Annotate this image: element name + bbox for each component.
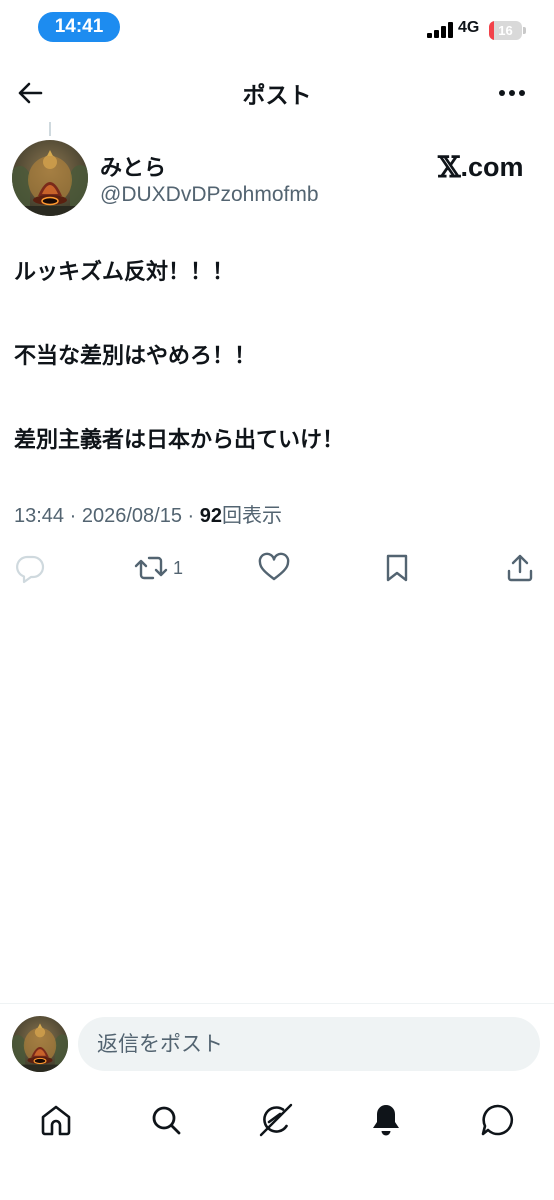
- more-button[interactable]: [494, 77, 530, 109]
- reply-button[interactable]: [14, 548, 46, 588]
- post-date: 2026/08/15: [81, 505, 182, 527]
- reply-input[interactable]: [78, 1017, 540, 1071]
- meta-separator: ·: [69, 505, 77, 527]
- like-button[interactable]: [257, 548, 291, 588]
- buddha-avatar-image: [12, 140, 88, 216]
- views-count: 92: [199, 505, 223, 527]
- action-bar: 1: [0, 548, 554, 588]
- top-bar: ポスト: [0, 62, 554, 122]
- signal-icon: [427, 22, 453, 38]
- nav-home[interactable]: [36, 1100, 76, 1140]
- post-line: 差別主義者は日本から出ていけ！: [14, 428, 345, 453]
- repost-icon: [134, 556, 168, 580]
- x-com-watermark: 𝕏 .com: [438, 152, 524, 182]
- home-icon: [41, 1105, 71, 1136]
- avatar[interactable]: [12, 140, 88, 216]
- bookmark-button[interactable]: [382, 548, 412, 588]
- x-logo-glyph: 𝕏: [438, 150, 461, 184]
- nav-messages[interactable]: [478, 1100, 518, 1140]
- watermark-domain: .com: [460, 152, 524, 182]
- author-handle[interactable]: @DUXDvDPzohmofmb: [100, 183, 319, 207]
- page-title: ポスト: [242, 83, 312, 109]
- nav-notifications[interactable]: [366, 1100, 406, 1140]
- divider: [0, 1003, 554, 1004]
- messages-icon: [481, 1104, 514, 1136]
- notifications-icon: [373, 1105, 399, 1136]
- status-bar: 14:41 4G 16: [0, 0, 554, 56]
- share-icon: [507, 554, 533, 582]
- battery-tip: [523, 27, 526, 34]
- post-line: ルッキズム反対！！！: [14, 260, 235, 285]
- repost-count: 1: [173, 557, 184, 578]
- reply-avatar: [12, 1016, 68, 1072]
- nav-grok[interactable]: [256, 1100, 296, 1140]
- reply-icon: [16, 555, 45, 584]
- views-label: 回表示: [222, 505, 283, 527]
- bottom-nav: [0, 1092, 554, 1146]
- nav-search[interactable]: [146, 1100, 186, 1140]
- more-horizontal-icon: [499, 90, 525, 96]
- battery-percent: 16: [498, 23, 513, 38]
- share-button[interactable]: [504, 548, 536, 588]
- heart-icon: [258, 552, 290, 581]
- author-name[interactable]: みとら: [100, 150, 166, 182]
- battery-icon: 16: [489, 21, 522, 40]
- bookmark-icon: [386, 554, 408, 582]
- post-meta: 13:44 · 2026/08/15 · 92回表示: [14, 499, 282, 528]
- buddha-avatar-image: [12, 1016, 68, 1072]
- repost-button[interactable]: 1: [133, 548, 183, 588]
- post-line: 不当な差別はやめろ！！: [14, 344, 257, 369]
- meta-separator: ·: [187, 505, 195, 527]
- network-type: 4G: [458, 19, 480, 36]
- post-time: 13:44: [14, 505, 65, 527]
- thread-connector: [49, 122, 51, 136]
- grok-icon: [259, 1103, 293, 1137]
- post-text: ルッキズム反対！！！ 不当な差別はやめろ！！ 差別主義者は日本から出ていけ！: [14, 259, 534, 511]
- search-icon: [152, 1106, 181, 1135]
- status-time: 14:41: [38, 12, 120, 42]
